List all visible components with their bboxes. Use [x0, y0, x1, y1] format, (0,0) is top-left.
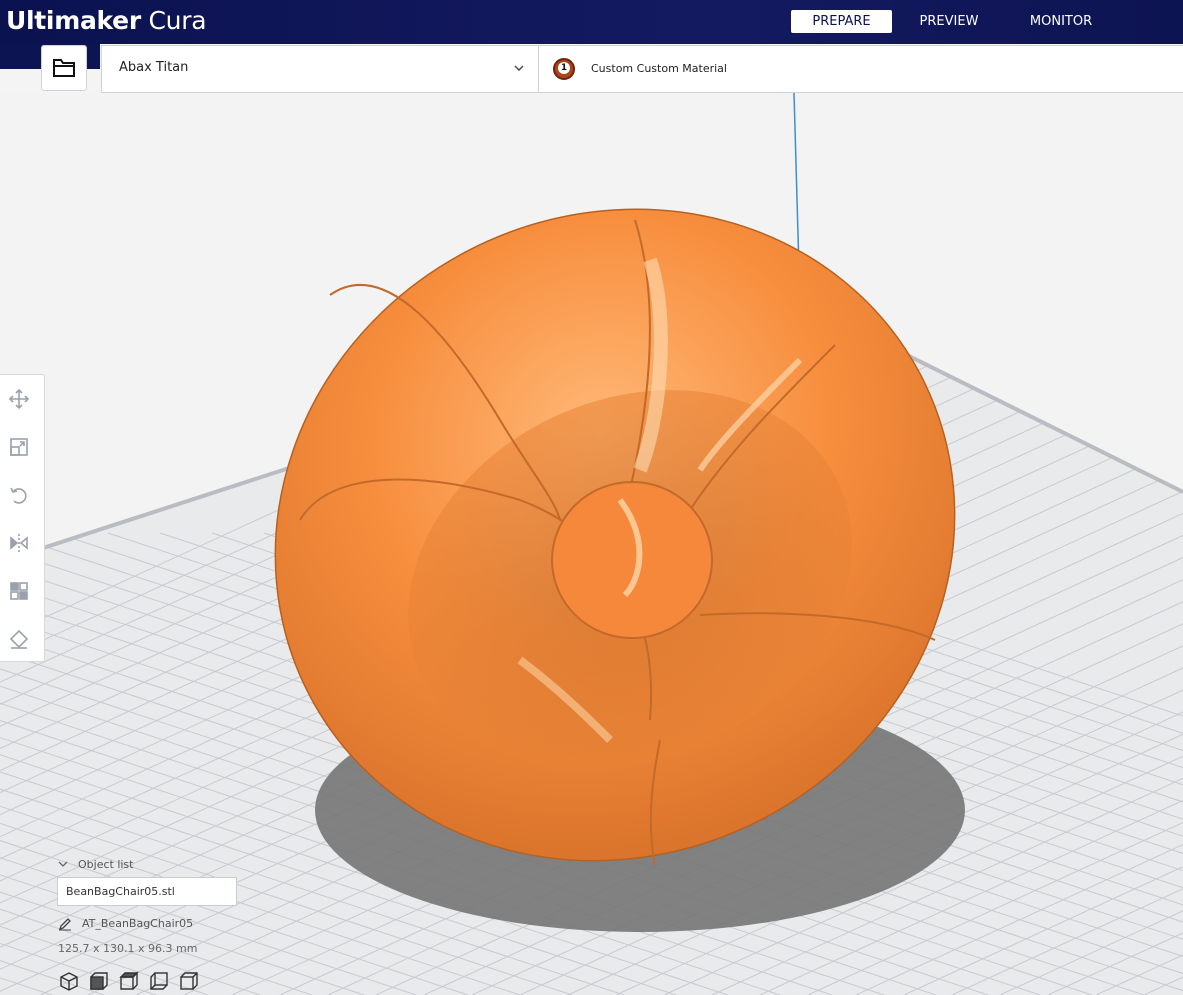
per-model-settings-icon[interactable] — [8, 580, 30, 602]
top-view-icon[interactable] — [118, 970, 140, 992]
printer-name: Abax Titan — [119, 60, 189, 75]
object-list-toggle[interactable]: Object list — [58, 858, 133, 871]
open-file-button[interactable] — [41, 45, 87, 91]
chevron-down-icon — [58, 861, 68, 867]
extruder-icon: 1 — [553, 58, 575, 80]
mirror-icon[interactable] — [8, 532, 30, 554]
app-title: Ultimaker Cura — [6, 6, 207, 35]
right-view-icon[interactable] — [178, 970, 200, 992]
chevron-down-icon — [514, 65, 524, 71]
scale-icon[interactable] — [8, 436, 30, 458]
move-icon[interactable] — [8, 388, 30, 410]
object-name-row[interactable]: AT_BeanBagChair05 — [58, 917, 193, 931]
object-list-item[interactable]: BeanBagChair05.stl — [57, 877, 237, 906]
support-blocker-icon[interactable] — [8, 628, 30, 650]
pencil-icon — [58, 918, 71, 931]
build-plate-viewport[interactable] — [0, 93, 1183, 995]
tab-preview[interactable]: PREVIEW — [905, 10, 993, 33]
header-bar: Ultimaker Cura PREPARE PREVIEW MONITOR — [0, 0, 1183, 44]
3d-view-icon[interactable] — [58, 970, 80, 992]
tab-monitor[interactable]: MONITOR — [1018, 10, 1104, 33]
left-view-icon[interactable] — [148, 970, 170, 992]
front-view-icon[interactable] — [88, 970, 110, 992]
tool-bar — [0, 374, 45, 662]
material-name: Custom Custom Material — [591, 62, 727, 75]
rotate-icon[interactable] — [8, 484, 30, 506]
printer-selector[interactable]: Abax Titan — [101, 45, 538, 93]
folder-icon — [53, 59, 75, 77]
material-selector[interactable]: 1 Custom Custom Material — [538, 45, 1183, 93]
tab-prepare[interactable]: PREPARE — [791, 10, 892, 33]
object-dimensions: 125.7 x 130.1 x 96.3 mm — [58, 942, 198, 955]
